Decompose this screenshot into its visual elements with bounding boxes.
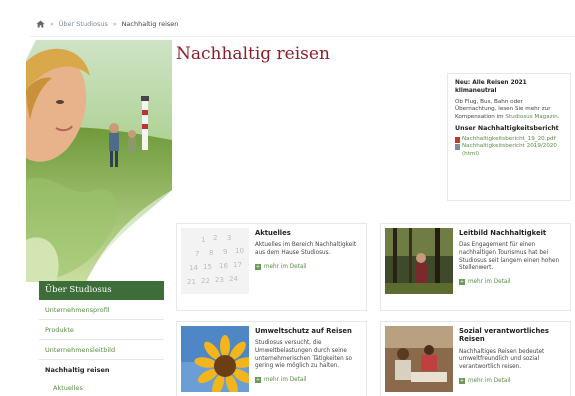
info-box-text: Ob Flug, Bus, Bahn oder Übernachtung, le…	[455, 99, 563, 121]
svg-text:22: 22	[201, 277, 210, 285]
more-link[interactable]: + mehr im Detail	[255, 376, 362, 383]
card-title[interactable]: Leitbild Nachhaltigkeit	[459, 229, 566, 237]
svg-text:9: 9	[223, 248, 227, 256]
header-divider	[30, 36, 575, 37]
more-link[interactable]: + mehr im Detail	[459, 278, 566, 285]
card-description: Das Engagement für einen nachhaltigen To…	[459, 242, 560, 272]
card-sozial-verantwortlich[interactable]: Sozial verantwortliches Reisen Nachhalti…	[380, 321, 571, 396]
download-html-label[interactable]: Nachhaltigkeitsbericht 2019/2020 (html)	[462, 143, 563, 158]
info-box-heading: Neu: Alle Reisen 2021 klimaneutral	[455, 80, 527, 94]
page-title: Nachhaltig reisen	[176, 44, 330, 64]
more-link[interactable]: + mehr im Detail	[255, 263, 362, 270]
download-pdf-label[interactable]: Nachhaltigkeitsbericht_19_20.pdf	[462, 136, 556, 143]
sidebar-item-produkte[interactable]: Produkte	[39, 320, 164, 340]
home-icon[interactable]	[36, 20, 45, 28]
svg-text:17: 17	[233, 261, 242, 269]
card-title[interactable]: Aktuelles	[255, 229, 362, 237]
breadcrumb-current: Nachhaltig reisen	[121, 20, 179, 28]
card-description: Nachhaltiges Reisen bedeutet umweltfreun…	[459, 348, 545, 370]
sidebar-item-unternehmensprofil[interactable]: Unternehmensprofil	[39, 300, 164, 320]
calendar-image: 123 7 8 9 10 14 15 16 17 21 22 23 24	[181, 228, 249, 294]
breadcrumb: » Über Studiosus » Nachhaltig reisen	[36, 18, 178, 30]
breadcrumb-separator-icon: »	[112, 20, 117, 28]
classroom-image	[385, 326, 453, 392]
svg-text:21: 21	[187, 278, 196, 286]
info-box: Neu: Alle Reisen 2021 klimaneutral Ob Fl…	[447, 73, 571, 201]
plus-icon: +	[459, 278, 465, 285]
card-aktuelles[interactable]: 123 7 8 9 10 14 15 16 17 21 22 23 24 Aktuelles Ak…	[176, 223, 367, 311]
svg-text:7: 7	[195, 250, 199, 258]
svg-text:23: 23	[215, 276, 224, 284]
svg-text:8: 8	[209, 249, 213, 257]
sidebar-item-nachhaltig-reisen[interactable]: Nachhaltig reisen	[39, 360, 164, 380]
more-link-label[interactable]: mehr im Detail	[468, 279, 510, 285]
hero-image	[26, 40, 172, 282]
pdf-icon	[455, 137, 460, 144]
report-heading: Unser Nachhaltigkeitsbericht	[455, 124, 559, 132]
plus-icon: +	[255, 376, 261, 383]
more-link[interactable]: + mehr im Detail	[459, 377, 566, 384]
html-icon	[455, 144, 460, 151]
download-pdf-link[interactable]: Nachhaltigkeitsbericht_19_20.pdf	[455, 136, 563, 144]
sunflower-image	[181, 326, 249, 392]
svg-text:16: 16	[219, 262, 228, 270]
svg-text:3: 3	[227, 234, 231, 242]
svg-text:14: 14	[189, 264, 198, 272]
more-link-label[interactable]: mehr im Detail	[468, 378, 510, 384]
card-description: Aktuelles im Bereich Nachhaltigkeit aus …	[255, 242, 357, 256]
svg-text:24: 24	[229, 275, 238, 283]
sidebar-item-aktuelles[interactable]: Aktuelles	[39, 380, 164, 396]
plus-icon: +	[255, 263, 261, 270]
more-link-label[interactable]: mehr im Detail	[264, 264, 306, 270]
more-link-label[interactable]: mehr im Detail	[264, 377, 306, 383]
svg-text:15: 15	[203, 263, 212, 271]
sidebar-nav: Unternehmensprofil Produkte Unternehmens…	[39, 300, 164, 396]
card-umweltschutz[interactable]: Umweltschutz auf Reisen Studiosus versuc…	[176, 321, 367, 396]
breadcrumb-separator-icon: »	[50, 20, 54, 28]
card-title[interactable]: Sozial verantwortliches Reisen	[459, 327, 566, 344]
sidebar-title[interactable]: Über Studiosus	[39, 281, 164, 300]
plus-icon: +	[459, 377, 465, 384]
svg-text:1: 1	[201, 236, 205, 244]
magazin-link[interactable]: Studiosus Magazin.	[505, 114, 559, 120]
svg-text:2: 2	[213, 234, 217, 242]
sidebar-item-unternehmensleitbild[interactable]: Unternehmensleitbild	[39, 340, 164, 360]
svg-text:10: 10	[235, 247, 244, 255]
card-description: Studiosus versucht, die Umweltbelastunge…	[255, 340, 352, 370]
card-title[interactable]: Umweltschutz auf Reisen	[255, 327, 362, 335]
card-leitbild-nachhaltigkeit[interactable]: Leitbild Nachhaltigkeit Das Engagement f…	[380, 223, 571, 311]
download-html-link[interactable]: Nachhaltigkeitsbericht 2019/2020 (html)	[455, 143, 563, 158]
breadcrumb-link-ueber-studiosus[interactable]: Über Studiosus	[59, 20, 108, 28]
forest-image	[385, 228, 453, 294]
